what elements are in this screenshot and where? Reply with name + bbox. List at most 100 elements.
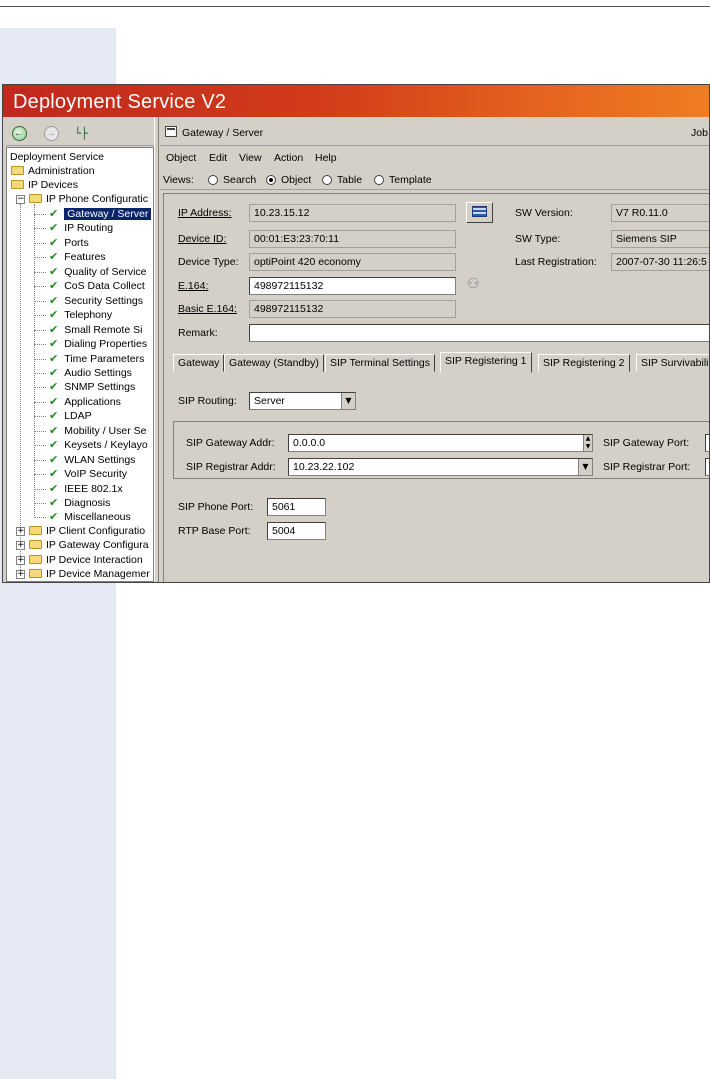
jobs-label[interactable]: Job <box>691 127 708 139</box>
forward-arrow-icon: → <box>43 125 59 141</box>
radio-template-label[interactable]: Template <box>389 174 432 186</box>
basic-e164-field: 498972115132 <box>249 300 456 318</box>
tree-item[interactable]: ✔ Security Settings <box>49 294 143 308</box>
radio-table-label[interactable]: Table <box>337 174 362 186</box>
folder-icon <box>29 569 42 578</box>
tree-connector <box>34 257 46 259</box>
tree-item[interactable]: ✔ Diagnosis <box>49 496 110 510</box>
menu-view[interactable]: View <box>239 152 262 164</box>
menu-action[interactable]: Action <box>274 152 303 164</box>
device-type-field: optiPoint 420 economy <box>249 253 456 271</box>
tree-item[interactable]: ✔ Applications <box>49 395 121 409</box>
tab-gateway-standby[interactable]: Gateway (Standby) <box>224 354 324 372</box>
e164-input[interactable]: 498972115132 <box>249 277 456 295</box>
tree-folder-ip-device-management[interactable]: IP Device Managemer <box>29 567 150 581</box>
ip-address-label: IP Address: <box>178 207 232 219</box>
tree-item[interactable]: ✔ Audio Settings <box>49 366 132 380</box>
tab-sip-registering-2[interactable]: SIP Registering 2 <box>538 354 630 372</box>
tree-connector <box>34 271 46 273</box>
tree-item[interactable]: ✔ Features <box>49 250 106 264</box>
back-button[interactable]: ← <box>10 124 28 142</box>
tree-item[interactable]: ✔ Keysets / Keylayo <box>49 438 148 452</box>
tree-item[interactable]: ✔ LDAP <box>49 409 92 423</box>
checkmark-icon: ✔ <box>49 438 59 452</box>
sw-version-field: V7 R0.11.0 <box>611 204 709 222</box>
sip-gateway-addr-input[interactable]: 0.0.0.0 ▲ ▼ <box>288 434 593 452</box>
tree-item[interactable]: ✔ Gateway / Server <box>49 207 152 221</box>
forward-button[interactable]: → <box>42 124 60 142</box>
menu-object[interactable]: Object <box>166 152 196 164</box>
sip-phone-port-input[interactable]: 5061 <box>267 498 326 516</box>
tree-item[interactable]: ✔ Time Parameters <box>49 352 144 366</box>
tree-item[interactable]: ✔ Ports <box>49 236 89 250</box>
basic-e164-label: Basic E.164: <box>178 303 237 315</box>
sip-gateway-port-input[interactable]: ( <box>705 434 709 452</box>
tree-view-button[interactable]: └├ <box>72 124 90 142</box>
dropdown-arrow-icon[interactable]: ▼ <box>578 459 592 475</box>
folder-icon <box>29 540 42 549</box>
collapse-icon[interactable]: − <box>16 195 25 204</box>
tree-toolbar: ← → └├ <box>6 120 154 146</box>
tree-item[interactable]: ✔ WLAN Settings <box>49 453 135 467</box>
dropdown-arrow-icon[interactable]: ▼ <box>341 393 355 409</box>
radio-search[interactable] <box>208 175 218 185</box>
title-bar: Deployment Service V2 <box>3 85 709 117</box>
tree-structure-icon: └├ <box>74 126 88 140</box>
tree-item-label: SNMP Settings <box>64 381 136 394</box>
tree-folder-ip-client-configuration[interactable]: IP Client Configuratio <box>29 524 145 538</box>
tab-sip-survivability[interactable]: SIP Survivabili <box>636 354 709 372</box>
tree-item[interactable]: ✔ Telephony <box>49 308 112 322</box>
tree-item[interactable]: ✔ CoS Data Collect <box>49 279 145 293</box>
remark-input[interactable] <box>249 324 709 342</box>
ip-lookup-button[interactable] <box>466 202 493 223</box>
radio-object-label[interactable]: Object <box>281 174 311 186</box>
sip-registrar-port-input[interactable]: ! <box>705 458 709 476</box>
app-window: Deployment Service V2 ← → └├ Deployment … <box>2 84 710 583</box>
tree-item-label: Mobility / User Se <box>64 424 147 437</box>
pane-splitter[interactable] <box>154 117 159 582</box>
sip-routing-select[interactable]: Server ▼ <box>249 392 356 410</box>
tab-sip-terminal-settings[interactable]: SIP Terminal Settings <box>325 354 435 372</box>
sip-gateway-addr-value: 0.0.0.0 <box>293 437 326 449</box>
radio-search-label[interactable]: Search <box>223 174 256 186</box>
tree-connector <box>34 416 46 418</box>
device-type-label: Device Type: <box>178 256 239 268</box>
tree-folder-ip-phone-configuration[interactable]: IP Phone Configuratic <box>29 192 148 206</box>
tree-item[interactable]: ✔ Quality of Service <box>49 265 147 279</box>
table-icon <box>472 206 487 217</box>
tree-item[interactable]: ✔ IEEE 802.1x <box>49 482 123 496</box>
tree-folder-administration[interactable]: Administration <box>11 164 95 178</box>
tree-item[interactable]: ✔ Dialing Properties <box>49 337 147 351</box>
sip-registrar-addr-label: SIP Registrar Addr: <box>186 461 276 473</box>
last-registration-field: 2007-07-30 11:26:5 <box>611 253 709 271</box>
tree-folder-ip-device-interaction[interactable]: IP Device Interaction <box>29 553 143 567</box>
tree-item-label: IP Routing <box>64 222 114 235</box>
tree-item[interactable]: ✔ Mobility / User Se <box>49 424 147 438</box>
sip-registrar-addr-input[interactable]: 10.23.22.102 ▼ <box>288 458 593 476</box>
expand-icon[interactable]: + <box>16 570 25 579</box>
tab-gateway[interactable]: Gateway <box>173 354 225 372</box>
window-icon <box>165 126 177 137</box>
radio-template[interactable] <box>374 175 384 185</box>
tree-folder-ip-gateway-configuration[interactable]: IP Gateway Configura <box>29 538 149 552</box>
tree-item[interactable]: ✔ VoIP Security <box>49 467 127 481</box>
menu-help[interactable]: Help <box>315 152 337 164</box>
tree-item[interactable]: ✔ IP Routing <box>49 221 113 235</box>
tab-sip-registering-1[interactable]: SIP Registering 1 <box>440 352 532 373</box>
tree-item[interactable]: ✔ Miscellaneous <box>49 510 131 524</box>
users-icon[interactable]: ⚇ <box>467 276 480 292</box>
radio-table[interactable] <box>322 175 332 185</box>
rtp-base-port-input[interactable]: 5004 <box>267 522 326 540</box>
expand-icon[interactable]: + <box>16 541 25 550</box>
checkmark-icon: ✔ <box>49 496 59 509</box>
tree-connector <box>34 242 46 244</box>
tree-item[interactable]: ✔ Small Remote Si <box>49 323 142 337</box>
radio-object[interactable] <box>266 175 276 185</box>
tree-item[interactable]: ✔ SNMP Settings <box>49 380 135 394</box>
tree-root[interactable]: Deployment Service <box>10 150 104 164</box>
spinner-icon[interactable]: ▲ ▼ <box>583 435 592 451</box>
menu-edit[interactable]: Edit <box>209 152 227 164</box>
expand-icon[interactable]: + <box>16 527 25 536</box>
expand-icon[interactable]: + <box>16 556 25 565</box>
tree-folder-ip-devices[interactable]: IP Devices <box>11 178 78 192</box>
